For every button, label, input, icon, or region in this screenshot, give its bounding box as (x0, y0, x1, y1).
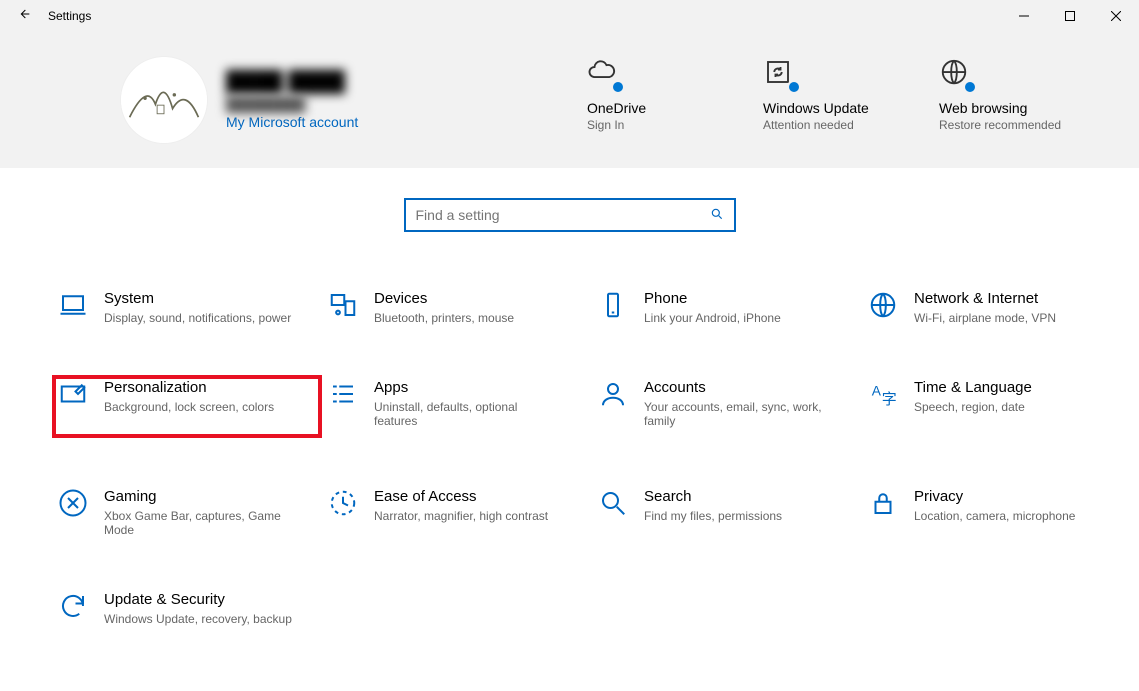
category-devices[interactable]: Devices Bluetooth, printers, mouse (322, 286, 592, 329)
search-input[interactable] (416, 207, 710, 223)
category-network[interactable]: Network & Internet Wi-Fi, airplane mode, … (862, 286, 1132, 329)
category-update-security[interactable]: Update & Security Windows Update, recover… (52, 587, 322, 630)
category-phone[interactable]: Phone Link your Android, iPhone (592, 286, 862, 329)
category-grid: System Display, sound, notifications, pow… (0, 232, 1139, 630)
cat-sub: Uninstall, defaults, optional features (374, 400, 564, 428)
category-privacy[interactable]: Privacy Location, camera, microphone (862, 484, 1132, 541)
tile-title: Windows Update (763, 100, 903, 116)
profile-email: ████████ (226, 96, 358, 112)
category-time-language[interactable]: A字 Time & Language Speech, region, date (862, 375, 1132, 438)
cat-title: Gaming (104, 488, 294, 505)
tile-sub: Sign In (587, 118, 727, 132)
tile-title: OneDrive (587, 100, 727, 116)
category-accounts[interactable]: Accounts Your accounts, email, sync, work… (592, 375, 862, 438)
status-dot-icon (963, 80, 977, 94)
cat-sub: Your accounts, email, sync, work, family (644, 400, 834, 428)
back-button[interactable] (0, 6, 48, 27)
gaming-icon (56, 488, 90, 522)
cat-title: Personalization (104, 379, 274, 396)
language-icon: A字 (866, 379, 900, 413)
cat-title: Apps (374, 379, 564, 396)
tile-sub: Restore recommended (939, 118, 1079, 132)
category-ease-of-access[interactable]: Ease of Access Narrator, magnifier, high … (322, 484, 592, 541)
cat-sub: Windows Update, recovery, backup (104, 612, 292, 626)
tile-windows-update[interactable]: Windows Update Attention needed (763, 56, 903, 132)
profile[interactable]: ████ ████ ████████ My Microsoft account (120, 56, 560, 144)
search-icon (596, 488, 630, 522)
cat-title: Search (644, 488, 782, 505)
cat-sub: Background, lock screen, colors (104, 400, 274, 414)
tile-title: Web browsing (939, 100, 1079, 116)
maximize-button[interactable] (1047, 0, 1093, 32)
tile-web-browsing[interactable]: Web browsing Restore recommended (939, 56, 1079, 132)
ms-account-link[interactable]: My Microsoft account (226, 114, 358, 130)
cat-title: Devices (374, 290, 514, 307)
cat-title: Accounts (644, 379, 834, 396)
devices-icon (326, 290, 360, 324)
tile-sub: Attention needed (763, 118, 903, 132)
window-title: Settings (48, 9, 91, 23)
sync-icon (56, 591, 90, 625)
profile-name: ████ ████ (226, 71, 358, 94)
header: ████ ████ ████████ My Microsoft account … (0, 32, 1139, 168)
category-personalization[interactable]: Personalization Background, lock screen, … (52, 375, 322, 438)
cat-title: Network & Internet (914, 290, 1056, 307)
close-button[interactable] (1093, 0, 1139, 32)
apps-icon (326, 379, 360, 413)
status-dot-icon (787, 80, 801, 94)
search-icon (710, 207, 724, 224)
minimize-button[interactable] (1001, 0, 1047, 32)
cat-sub: Xbox Game Bar, captures, Game Mode (104, 509, 294, 537)
category-search[interactable]: Search Find my files, permissions (592, 484, 862, 541)
ease-icon (326, 488, 360, 522)
cat-sub: Wi-Fi, airplane mode, VPN (914, 311, 1056, 325)
svg-text:A: A (872, 383, 882, 398)
avatar (120, 56, 208, 144)
phone-icon (596, 290, 630, 324)
category-gaming[interactable]: Gaming Xbox Game Bar, captures, Game Mode (52, 484, 322, 541)
cat-title: System (104, 290, 291, 307)
cat-title: Phone (644, 290, 781, 307)
cat-sub: Speech, region, date (914, 400, 1032, 414)
svg-text:字: 字 (882, 391, 897, 408)
cat-title: Ease of Access (374, 488, 548, 505)
cat-sub: Link your Android, iPhone (644, 311, 781, 325)
cat-title: Update & Security (104, 591, 292, 608)
cat-title: Time & Language (914, 379, 1032, 396)
cat-title: Privacy (914, 488, 1075, 505)
search-box[interactable] (404, 198, 736, 232)
globe-icon (866, 290, 900, 324)
cat-sub: Narrator, magnifier, high contrast (374, 509, 548, 523)
cat-sub: Bluetooth, printers, mouse (374, 311, 514, 325)
person-icon (596, 379, 630, 413)
cat-sub: Find my files, permissions (644, 509, 782, 523)
personalization-icon (56, 379, 90, 413)
laptop-icon (56, 290, 90, 324)
cat-sub: Display, sound, notifications, power (104, 311, 291, 325)
category-apps[interactable]: Apps Uninstall, defaults, optional featur… (322, 375, 592, 438)
status-dot-icon (611, 80, 625, 94)
tile-onedrive[interactable]: OneDrive Sign In (587, 56, 727, 132)
lock-icon (866, 488, 900, 522)
category-system[interactable]: System Display, sound, notifications, pow… (52, 286, 322, 329)
cat-sub: Location, camera, microphone (914, 509, 1075, 523)
